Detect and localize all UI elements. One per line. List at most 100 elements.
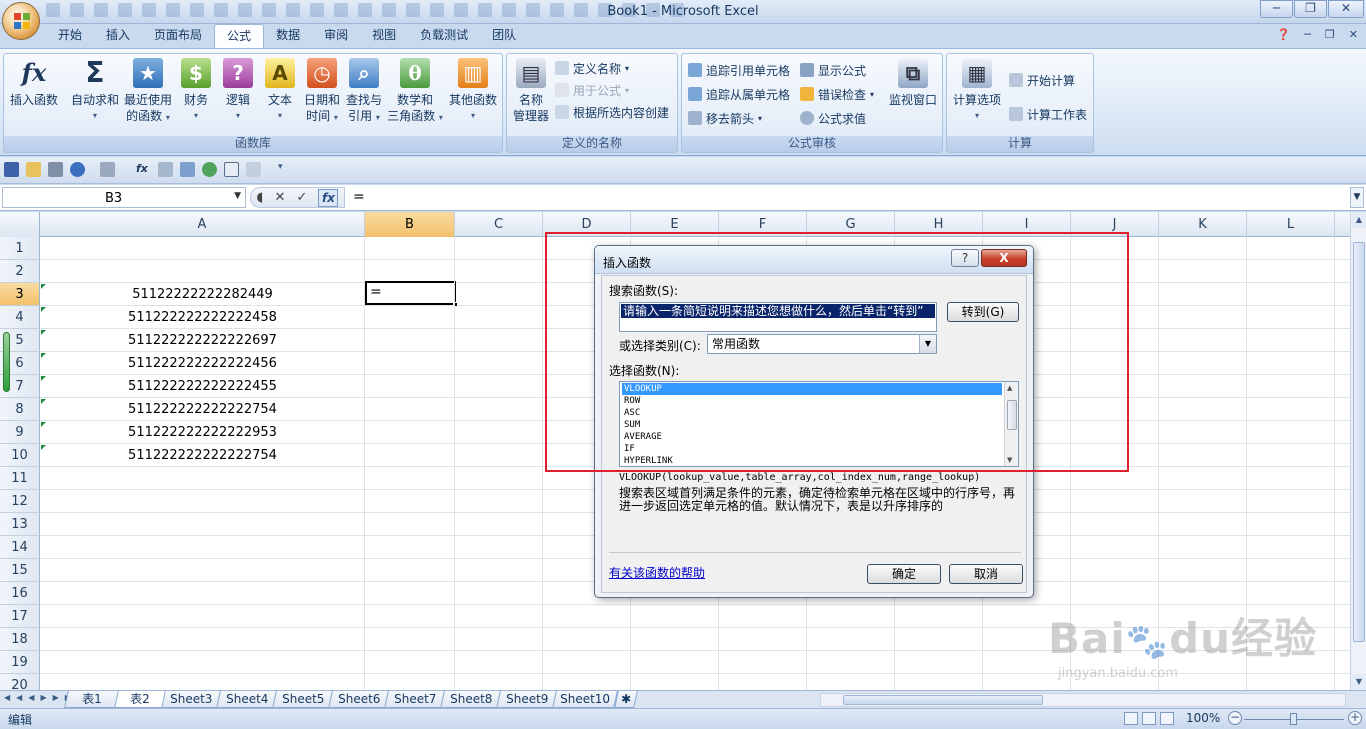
sheet-tab-5[interactable]: Sheet6 [328,691,390,708]
zoom-out-icon[interactable]: − [1228,711,1242,725]
row-header-10[interactable]: 10 [0,444,40,467]
undo-icon[interactable] [70,162,85,177]
function-help-link[interactable]: 有关该函数的帮助 [609,564,705,581]
datetime-button[interactable]: ◷ 日期和 时间 ▾ [302,58,342,126]
math-trig-button[interactable]: θ 数学和 三角函数 ▾ [386,58,444,126]
calc-options-button[interactable]: ▦ 计算选项 ▾ [949,58,1005,124]
tab-3[interactable]: 公式 [214,24,265,48]
save-icon[interactable] [4,162,19,177]
help-icon[interactable]: ❓ [1277,28,1291,41]
cancel-button[interactable]: 取消 [949,564,1023,584]
name-box[interactable]: B3 ▼ [2,187,246,208]
row-header-15[interactable]: 15 [0,559,40,582]
row-header-11[interactable]: 11 [0,467,40,490]
evaluate-formula-button[interactable]: 公式求值 [800,108,866,128]
ok-button[interactable]: 确定 [867,564,941,584]
open-folder-icon[interactable] [26,162,41,177]
show-formulas-button[interactable]: 显示公式 [800,60,866,80]
recent-functions-button[interactable]: ★ 最近使用 的函数 ▾ [122,58,174,126]
sheet-tab-4[interactable]: Sheet5 [272,691,334,708]
vertical-scrollbar[interactable]: ▲ ▼ [1350,212,1366,690]
horizontal-scrollbar[interactable] [820,693,1346,707]
financial-button[interactable]: $ 财务 ▾ [176,58,216,124]
cell-A7[interactable]: 511222222222222455 [40,375,365,398]
formula-input[interactable]: = [353,189,365,205]
logical-button[interactable]: ? 逻辑 ▾ [218,58,258,124]
tab-8[interactable]: 团队 [480,24,528,48]
filter-icon[interactable] [224,162,239,177]
select-all-corner[interactable] [0,212,40,237]
globe-icon[interactable] [202,162,217,177]
scroll-up-icon[interactable]: ▲ [1352,212,1366,228]
column-header-L[interactable]: L [1247,212,1335,237]
zoom-in-icon[interactable]: + [1348,711,1362,725]
row-header-1[interactable]: 1 [0,237,40,260]
fx-small-icon[interactable]: fx [136,162,151,177]
table-icon[interactable] [158,162,173,177]
cell-A5[interactable]: 511222222222222697 [40,329,365,352]
column-header-K[interactable]: K [1159,212,1247,237]
name-manager-button[interactable]: ▤ 名称 管理器 [509,58,553,124]
sheet-tab-1[interactable]: 表2 [114,691,166,708]
restore-button[interactable]: ❐ [1294,0,1327,18]
row-header-13[interactable]: 13 [0,513,40,536]
column-header-A[interactable]: A [40,212,365,237]
row-header-16[interactable]: 16 [0,582,40,605]
close-window-button[interactable]: ✕ [1328,0,1364,18]
remove-arrows-button[interactable]: 移去箭头 ▾ [688,108,762,128]
row-header-3[interactable]: 3 [0,283,40,306]
tab-4[interactable]: 数据 [264,24,312,48]
column-header-C[interactable]: C [455,212,543,237]
create-from-selection-button[interactable]: 根据所选内容创建 [555,102,669,122]
cell-A8[interactable]: 511222222222222754 [40,398,365,421]
sort-icon[interactable] [246,162,261,177]
watch-window-button[interactable]: ⧉ 监视窗口 [886,58,940,108]
rows-icon[interactable] [180,162,195,177]
trace-dependents-button[interactable]: 追踪从属单元格 [688,84,790,104]
define-name-button[interactable]: 定义名称 ▾ [555,58,629,78]
tab-6[interactable]: 视图 [360,24,408,48]
minimize-button[interactable]: ─ [1260,0,1293,18]
cell-A3[interactable]: 51122222222282449 [40,283,365,306]
page-layout-view-icon[interactable] [1142,712,1156,725]
column-header-B[interactable]: B [365,212,455,237]
scroll-down-icon[interactable]: ▼ [1352,674,1366,690]
calculate-sheet-button[interactable]: 计算工作表 [1009,104,1087,124]
row-header-9[interactable]: 9 [0,421,40,444]
row-header-20[interactable]: 20 [0,674,40,690]
name-box-dropdown-icon[interactable]: ▼ [234,191,241,201]
zoom-slider-thumb[interactable] [1290,713,1297,725]
error-checking-button[interactable]: 错误检查 ▾ [800,84,874,104]
cell-A4[interactable]: 511222222222222458 [40,306,365,329]
ribbon-minimize-icon[interactable]: ─ [1304,28,1311,41]
insert-sheet-icon[interactable]: ✱ [614,691,638,708]
horizontal-scroll-thumb[interactable] [843,695,1043,705]
text-button[interactable]: A 文本 ▾ [260,58,300,124]
sheet-tab-3[interactable]: Sheet4 [216,691,278,708]
cell-A9[interactable]: 511222222222222953 [40,421,365,444]
row-header-2[interactable]: 2 [0,260,40,283]
sheet-tab-2[interactable]: Sheet3 [160,691,222,708]
insert-function-fx-button[interactable]: fx [318,188,339,207]
customize-qat-icon[interactable]: ▾ [278,162,293,177]
calculate-now-button[interactable]: 开始计算 [1009,70,1075,90]
cell-A10[interactable]: 511222222222222754 [40,444,365,467]
tab-1[interactable]: 插入 [94,24,142,48]
insert-function-button[interactable]: fx 插入函数 [6,58,62,108]
cell-A6[interactable]: 511222222222222456 [40,352,365,375]
border-icon[interactable] [100,162,115,177]
cancel-entry-icon[interactable]: ✕ [274,190,285,205]
row-header-4[interactable]: 4 [0,306,40,329]
tab-5[interactable]: 审阅 [312,24,360,48]
use-in-formula-button[interactable]: 用于公式 ▾ [555,80,629,100]
enter-entry-icon[interactable]: ✓ [296,190,307,205]
row-header-17[interactable]: 17 [0,605,40,628]
page-break-view-icon[interactable] [1160,712,1174,725]
autosum-button[interactable]: Σ 自动求和 ▾ [68,58,122,124]
sheet-tab-9[interactable]: Sheet10 [552,691,618,708]
zoom-level[interactable]: 100% [1186,711,1220,725]
active-cell-B3[interactable]: = [365,281,458,307]
more-functions-button[interactable]: ▥ 其他函数 ▾ [446,58,500,124]
row-header-14[interactable]: 14 [0,536,40,559]
row-header-18[interactable]: 18 [0,628,40,651]
